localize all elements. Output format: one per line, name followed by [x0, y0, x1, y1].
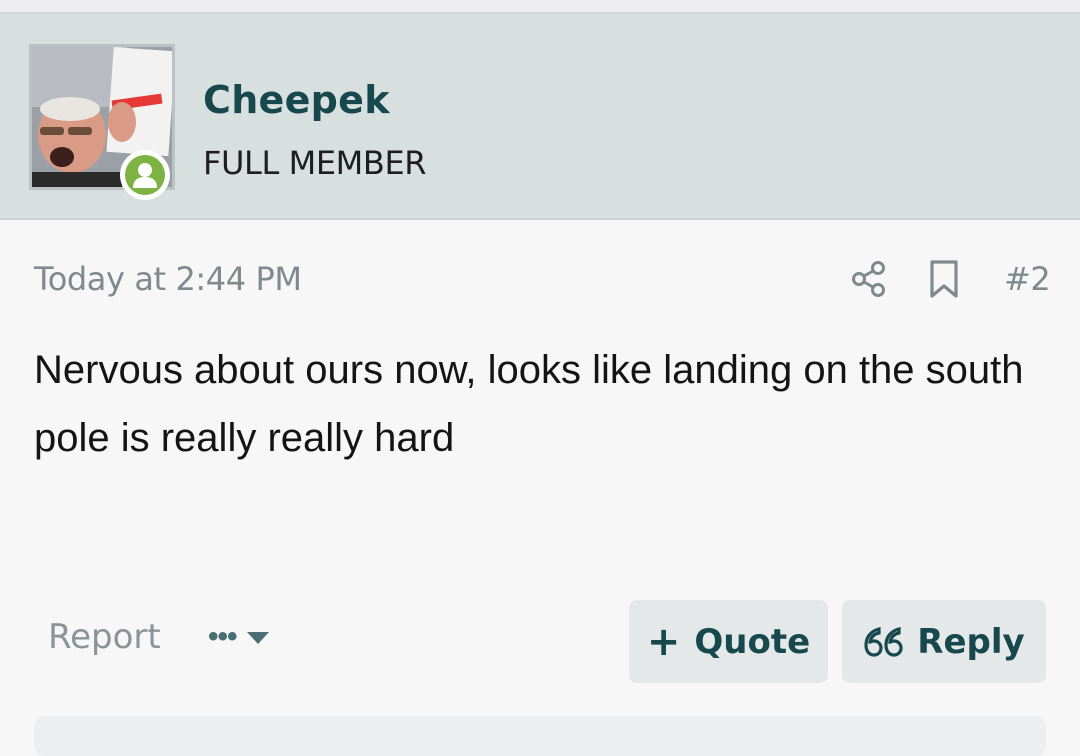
username-link[interactable]: Cheepek — [203, 78, 390, 122]
reply-button[interactable]: Reply — [842, 600, 1046, 683]
post-number-link[interactable]: #2 — [1004, 260, 1051, 298]
quote-button[interactable]: + Quote — [629, 600, 828, 683]
user-title: FULL MEMBER — [203, 144, 427, 182]
quote-marks-icon — [864, 626, 903, 657]
next-post-card — [34, 716, 1046, 756]
report-link[interactable]: Report — [48, 617, 161, 657]
quote-button-label: Quote — [694, 621, 811, 662]
share-icon[interactable] — [850, 260, 888, 298]
bookmark-icon[interactable] — [926, 259, 962, 299]
post-date[interactable]: Today at 2:44 PM — [34, 260, 302, 298]
plus-icon: + — [646, 618, 681, 665]
reply-button-label: Reply — [917, 621, 1025, 662]
user-icon — [133, 163, 157, 188]
more-dots-icon: ••• — [208, 620, 237, 653]
post-body: Nervous about ours now, looks like landi… — [34, 348, 1024, 460]
top-divider — [0, 0, 1080, 14]
caret-down-icon — [246, 632, 269, 644]
more-options-menu[interactable]: ••• — [208, 622, 269, 652]
post-user-header: Cheepek FULL MEMBER — [0, 14, 1080, 220]
online-status-badge — [120, 150, 170, 200]
